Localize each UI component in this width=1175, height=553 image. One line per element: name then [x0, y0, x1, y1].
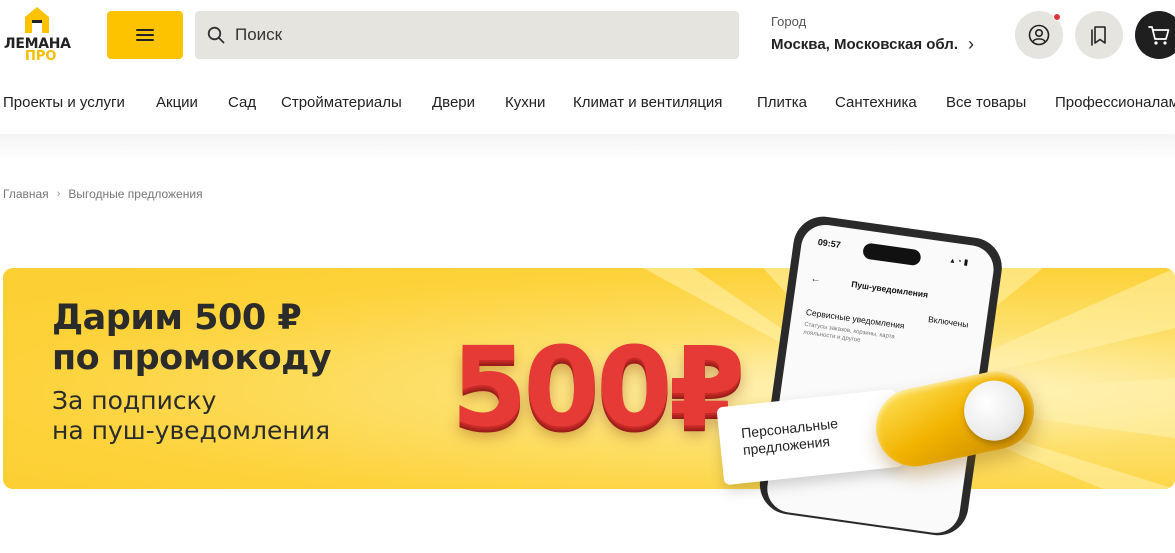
- nav-item-garden[interactable]: Сад: [228, 94, 256, 111]
- nav-item-professionals[interactable]: Профессионалам: [1055, 94, 1175, 111]
- bookmarks-icon: [1091, 26, 1106, 46]
- toggle-knob: [958, 375, 1030, 447]
- phone-time: 09:57: [817, 236, 842, 251]
- phone-dynamic-island: [862, 242, 922, 267]
- main-nav: Проекты и услуги Акции Сад Стройматериал…: [0, 94, 1175, 118]
- nav-item-projects[interactable]: Проекты и услуги: [3, 94, 125, 111]
- catalog-menu-button[interactable]: [107, 11, 183, 59]
- nav-item-kitchens[interactable]: Кухни: [505, 94, 545, 111]
- header: ЛЕМАНА ПРО Город Москва, Московская обл.…: [0, 0, 1175, 70]
- banner-subtitle-line1: За подписку: [52, 386, 217, 415]
- breadcrumb: Главная › Выгодные предложения: [3, 187, 203, 201]
- nav-item-doors[interactable]: Двери: [432, 94, 475, 111]
- phone-status-icons: ▴ ◔ ▮: [950, 255, 969, 267]
- phone-screen-title: Пуш-уведомления: [850, 279, 929, 300]
- nav-item-materials[interactable]: Стройматериалы: [281, 94, 402, 111]
- nav-item-promos[interactable]: Акции: [156, 94, 198, 111]
- breadcrumb-home[interactable]: Главная: [3, 187, 49, 201]
- nav-item-all-goods[interactable]: Все товары: [946, 94, 1026, 111]
- city-selector[interactable]: Город Москва, Московская обл. ›: [771, 14, 991, 55]
- header-divider: [0, 134, 1175, 160]
- house-logo-icon: [25, 7, 49, 33]
- logo[interactable]: ЛЕМАНА ПРО: [4, 6, 76, 64]
- city-value: Москва, Московская обл.: [771, 36, 958, 53]
- phone-row-desc: Статусы заказов, корзины, карта лояльнос…: [802, 321, 896, 344]
- profile-button[interactable]: [1015, 11, 1063, 59]
- logo-subtext: ПРО: [25, 49, 57, 64]
- banner-subtitle-line2: на пуш-уведомления: [52, 416, 330, 445]
- chevron-right-icon: ›: [56, 188, 61, 200]
- nav-item-plumbing[interactable]: Сантехника: [835, 94, 917, 111]
- chevron-right-icon: ›: [968, 34, 974, 54]
- banner-title-line2: по промокоду: [52, 338, 332, 378]
- nav-item-tiles[interactable]: Плитка: [757, 94, 807, 111]
- arrow-left-icon: ←: [809, 273, 822, 286]
- favorites-button[interactable]: [1075, 11, 1123, 59]
- hamburger-icon: [136, 29, 154, 41]
- banner-title-line1: Дарим 500 ₽: [52, 298, 302, 338]
- nav-item-climate[interactable]: Климат и вентиляция: [573, 94, 722, 111]
- user-icon: [1028, 24, 1050, 46]
- breadcrumb-current: Выгодные предложения: [68, 187, 203, 201]
- search-icon: [207, 26, 225, 44]
- city-label: Город: [771, 14, 807, 29]
- cart-icon: [1148, 26, 1170, 45]
- search-bar[interactable]: [195, 11, 739, 59]
- search-input[interactable]: [233, 24, 713, 46]
- phone-row-state: Включены: [927, 314, 970, 330]
- cart-button[interactable]: [1135, 11, 1175, 59]
- notification-dot: [1053, 13, 1061, 21]
- banner-amount: 500₽: [451, 323, 745, 451]
